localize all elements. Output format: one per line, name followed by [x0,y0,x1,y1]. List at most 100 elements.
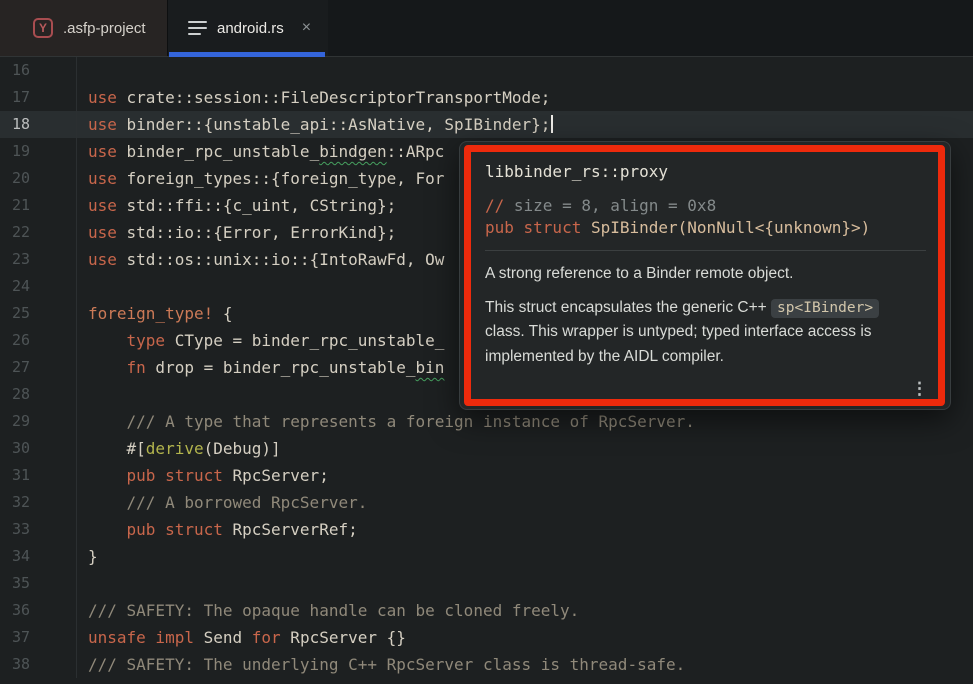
code-text: use std::io::{Error, ErrorKind}; [77,219,396,246]
editor-window: Y .asfp-project android.rs × 1617use cra… [0,0,973,684]
code-token: std::io::{Error, ErrorKind}; [117,223,396,242]
line-number: 28 [0,381,77,408]
code-token: use [88,196,117,215]
code-token: RpcServer; [223,466,329,485]
code-token: bindgen [319,142,386,161]
code-text: use binder_rpc_unstable_bindgen::ARpc [77,138,444,165]
code-token: Send [194,628,252,647]
line-number: 16 [0,57,77,84]
code-token: } [88,547,98,566]
code-line[interactable]: 32 /// A borrowed RpcServer. [0,489,973,516]
code-token: use [88,142,117,161]
code-text: pub struct RpcServerRef; [77,516,358,543]
code-text: foreign_type! { [77,300,233,327]
code-token: pub struct [127,466,223,485]
line-number: 23 [0,246,77,273]
line-number: 30 [0,435,77,462]
code-line[interactable]: 16 [0,57,973,84]
line-number: 36 [0,597,77,624]
popup-signature: pub struct SpIBinder(NonNull<{unknown}>) [485,217,926,239]
code-token: RpcServerRef; [223,520,358,539]
code-line[interactable]: 31 pub struct RpcServer; [0,462,973,489]
project-tab[interactable]: Y .asfp-project [0,0,168,56]
line-number: 20 [0,165,77,192]
project-name: .asfp-project [63,20,146,37]
code-token: ::ARpc [387,142,445,161]
code-text [77,273,88,300]
code-text: unsafe impl Send for RpcServer {} [77,624,406,651]
file-list-icon [188,21,207,35]
code-text: /// SAFETY: The opaque handle can be clo… [77,597,579,624]
code-token: { [213,304,232,323]
line-number: 21 [0,192,77,219]
code-text [77,570,88,597]
tab-android-rs[interactable]: android.rs × [168,0,328,56]
code-line[interactable]: 29 /// A type that represents a foreign … [0,408,973,435]
close-tab-icon[interactable]: × [302,19,311,37]
code-token: use [88,169,117,188]
code-text [77,57,88,84]
code-line[interactable]: 35 [0,570,973,597]
line-number: 22 [0,219,77,246]
line-number: 19 [0,138,77,165]
code-text: use std::os::unix::io::{IntoRawFd, Ow [77,246,444,273]
code-token: (Debug)] [204,439,281,458]
tab-bar: Y .asfp-project android.rs × [0,0,973,57]
code-line[interactable]: 37unsafe impl Send for RpcServer {} [0,624,973,651]
more-actions-icon[interactable]: ⋮ [911,380,928,397]
code-token: /// SAFETY: The underlying C++ RpcServer… [88,655,685,674]
code-line[interactable]: 17use crate::session::FileDescriptorTran… [0,84,973,111]
code-line[interactable]: 18use binder::{unstable_api::AsNative, S… [0,111,973,138]
line-number: 25 [0,300,77,327]
popup-divider [485,250,926,251]
code-token: use [88,223,117,242]
popup-size-comment: // size = 8, align = 0x8 [485,195,926,217]
size-align-text: size = 8, align = 0x8 [514,196,716,215]
code-token: /// A borrowed RpcServer. [88,493,367,512]
code-token: bin [416,358,445,377]
code-line[interactable]: 36 /// SAFETY: The opaque handle can be c… [0,597,973,624]
code-text: /// A borrowed RpcServer. [77,489,367,516]
line-number: 35 [0,570,77,597]
line-number: 31 [0,462,77,489]
code-text: use binder::{unstable_api::AsNative, SpI… [77,111,553,138]
desc-text: class. This wrapper is untyped; typed in… [485,323,872,365]
signature-type: SpIBinder(NonNull<{unknown}>) [581,218,870,237]
code-token [88,466,127,485]
code-token: derive [146,439,204,458]
code-token: fn [127,358,146,377]
code-token: /// SAFETY: The opaque handle can be clo… [88,601,579,620]
code-token: RpcServer {} [281,628,406,647]
code-token [88,331,127,350]
code-text: use std::ffi::{c_uint, CString}; [77,192,396,219]
popup-description-2: This struct encapsulates the generic C++… [485,296,921,370]
line-number: 18 [0,111,77,138]
code-line[interactable]: 34} [0,543,973,570]
code-token: type [127,331,166,350]
doc-hover-popup: libbinder_rs::proxy // size = 8, align =… [459,141,951,410]
line-number: 26 [0,327,77,354]
desc-text: This struct encapsulates the generic C++ [485,299,771,316]
code-token: pub struct [127,520,223,539]
line-number: 27 [0,354,77,381]
code-text: /// SAFETY: The underlying C++ RpcServer… [77,651,685,678]
code-token: use [88,250,117,269]
code-token: std::ffi::{c_uint, CString}; [117,196,396,215]
line-number: 37 [0,624,77,651]
code-token: unsafe impl [88,628,194,647]
code-token: for [252,628,281,647]
code-text: } [77,543,98,570]
code-token: use [88,115,117,134]
code-line[interactable]: 30 #[derive(Debug)] [0,435,973,462]
code-line[interactable]: 38 /// SAFETY: The underlying C++ RpcServ… [0,651,973,678]
code-token: std::os::unix::io::{IntoRawFd, Ow [117,250,445,269]
line-number: 17 [0,84,77,111]
code-text: #[derive(Debug)] [77,435,281,462]
code-token [88,358,127,377]
signature-keyword: pub struct [485,218,581,237]
code-token: crate::session::FileDescriptorTransportM… [117,88,550,107]
code-token: #[ [88,439,146,458]
code-text: fn drop = binder_rpc_unstable_bin [77,354,444,381]
code-line[interactable]: 33 pub struct RpcServerRef; [0,516,973,543]
line-number: 38 [0,651,77,678]
